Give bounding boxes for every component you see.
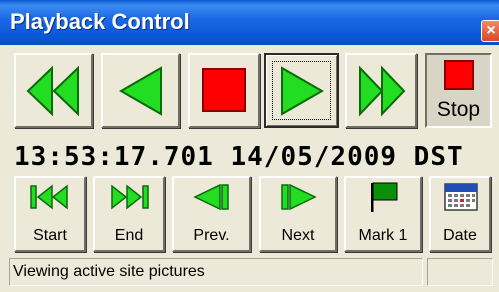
step-forward-icon	[281, 183, 317, 211]
prev-button[interactable]: Prev.	[172, 176, 251, 252]
mark-button[interactable]: Mark 1	[344, 176, 422, 252]
next-label: Next	[281, 227, 315, 244]
skip-to-end-icon	[111, 184, 149, 210]
play-reverse-button[interactable]	[101, 53, 180, 128]
title-bar[interactable]: Playback Control ×	[0, 0, 499, 45]
window-title: Playback Control	[10, 9, 190, 34]
end-button[interactable]: End	[93, 176, 165, 252]
stop-label: Stop	[436, 98, 481, 121]
rewind-icon	[26, 65, 79, 117]
playback-control-window: Playback Control × Stop 13:53:17.701 14/…	[0, 0, 499, 292]
mark-label: Mark 1	[358, 227, 408, 244]
status-bar: Viewing active site pictures	[9, 258, 493, 286]
prev-label: Prev.	[193, 227, 230, 244]
next-button[interactable]: Next	[259, 176, 337, 252]
stop-toggle-button[interactable]: Stop	[425, 53, 492, 128]
fast-forward-button[interactable]	[345, 53, 417, 128]
timestamp-display: 13:53:17.701 14/05/2009 DST	[14, 142, 464, 172]
date-label: Date	[443, 227, 477, 244]
stop-square-icon	[444, 60, 474, 90]
rewind-button[interactable]	[14, 53, 93, 128]
skip-to-start-icon	[30, 184, 68, 210]
step-back-icon	[193, 183, 229, 211]
stop-square-icon	[202, 68, 246, 112]
close-icon: ×	[486, 22, 496, 39]
stop-button[interactable]	[188, 53, 260, 128]
calendar-icon	[444, 183, 478, 211]
close-button[interactable]: ×	[481, 20, 499, 42]
play-button[interactable]	[264, 53, 339, 128]
status-pane-secondary	[427, 258, 493, 286]
status-text: Viewing active site pictures	[9, 258, 423, 286]
end-label: End	[114, 227, 144, 244]
play-icon	[281, 66, 325, 116]
date-button[interactable]: Date	[429, 176, 491, 252]
flag-icon	[371, 182, 398, 212]
fast-forward-icon	[359, 65, 406, 117]
play-reverse-icon	[118, 66, 162, 116]
start-label: Start	[33, 227, 67, 244]
start-button[interactable]: Start	[14, 176, 86, 252]
